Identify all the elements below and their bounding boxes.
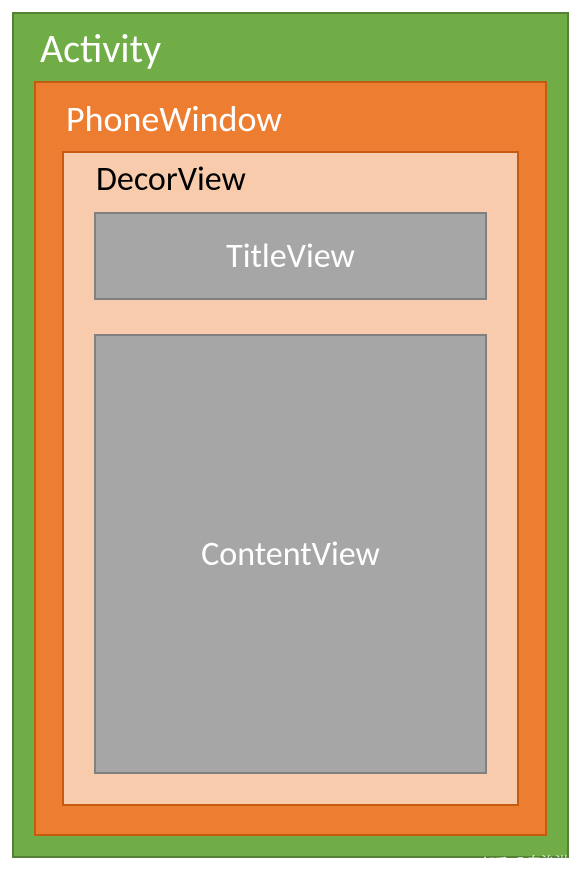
activity-label: Activity — [34, 24, 547, 73]
watermark-site: 知乎 — [483, 853, 507, 872]
content-view-box: ContentView — [94, 334, 487, 774]
title-view-box: TitleView — [94, 212, 487, 300]
watermark: 知乎 @向治洪 — [483, 852, 569, 872]
content-view-label: ContentView — [201, 534, 380, 575]
activity-box: Activity PhoneWindow DecorView TitleView… — [12, 12, 569, 858]
phone-window-box: PhoneWindow DecorView TitleView ContentV… — [34, 81, 547, 836]
watermark-author: @向治洪 — [513, 852, 569, 872]
phone-window-label: PhoneWindow — [62, 97, 519, 141]
decor-view-box: DecorView TitleView ContentView — [62, 151, 519, 806]
decor-view-label: DecorView — [94, 159, 487, 200]
title-view-label: TitleView — [226, 236, 355, 277]
